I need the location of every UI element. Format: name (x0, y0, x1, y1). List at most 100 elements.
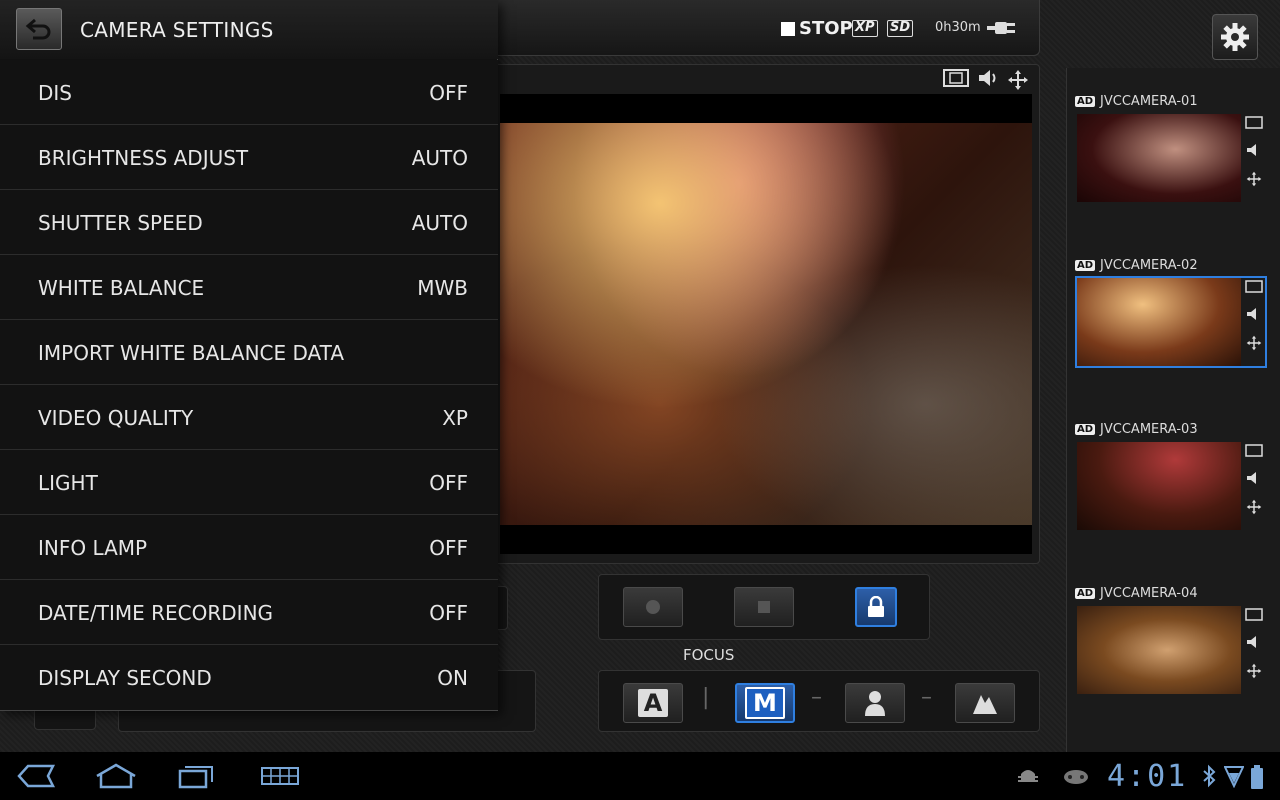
nav-menu-button[interactable] (258, 760, 302, 792)
live-video-preview[interactable] (500, 94, 1032, 554)
setting-label: DATE/TIME RECORDING (38, 601, 274, 625)
stop-button[interactable] (734, 587, 794, 627)
setting-value: AUTO (411, 211, 468, 235)
stop-indicator: STOP (781, 18, 853, 39)
record-controls (598, 574, 930, 640)
camera-image (1077, 278, 1241, 366)
separator: | (702, 685, 710, 710)
camera-icon-column (1245, 444, 1263, 515)
media-badge: SD (887, 20, 914, 37)
setting-label: IMPORT WHITE BALANCE DATA (38, 341, 345, 365)
home-icon (96, 763, 136, 789)
film-icon (1245, 280, 1263, 293)
setting-info-lamp[interactable]: INFO LAMP OFF (0, 515, 498, 580)
setting-label: BRIGHTNESS ADJUST (38, 146, 249, 170)
film-icon[interactable] (943, 69, 969, 87)
stop-icon (758, 601, 770, 613)
setting-label: SHUTTER SPEED (38, 211, 203, 235)
setting-date-time-recording[interactable]: DATE/TIME RECORDING OFF (0, 580, 498, 645)
setting-value: OFF (429, 536, 468, 560)
setting-value: OFF (429, 601, 468, 625)
setting-label: VIDEO QUALITY (38, 406, 194, 430)
setting-white-balance[interactable]: WHITE BALANCE MWB (0, 255, 498, 320)
setting-dis[interactable]: DIS OFF (0, 60, 498, 125)
camera-settings-dialog: CAMERA SETTINGS DIS OFF BRIGHTNESS ADJUS… (0, 0, 498, 711)
setting-shutter-speed[interactable]: SHUTTER SPEED AUTO (0, 190, 498, 255)
setting-brightness-adjust[interactable]: BRIGHTNESS ADJUST AUTO (0, 125, 498, 190)
move-icon (1246, 663, 1262, 679)
setting-value: AUTO (411, 146, 468, 170)
recent-apps-icon (178, 766, 213, 789)
move-icon (1246, 335, 1262, 351)
wifi-signal-icon (1224, 766, 1244, 788)
setting-label: LIGHT (38, 471, 98, 495)
setting-value: OFF (429, 81, 468, 105)
bluetooth-icon (1203, 764, 1216, 788)
back-button[interactable] (16, 8, 62, 50)
focus-controls: A | M – – (598, 670, 1040, 732)
focus-landscape-button[interactable] (955, 683, 1015, 723)
settings-button[interactable] (1212, 14, 1258, 60)
camera-icon-column (1245, 608, 1263, 679)
mountain-icon (973, 695, 997, 714)
setting-value: MWB (417, 276, 468, 300)
setting-light[interactable]: LIGHT OFF (0, 450, 498, 515)
film-icon (1245, 116, 1263, 129)
camera-image (1077, 442, 1241, 530)
camera-thumbnail[interactable] (1075, 112, 1267, 204)
focus-manual-button[interactable]: M (735, 683, 795, 723)
focus-label: FOCUS (683, 646, 735, 664)
speaker-icon[interactable] (977, 69, 999, 87)
setting-label: DISPLAY SECOND (38, 666, 212, 690)
setting-value: ON (437, 666, 468, 690)
camera-thumbnail[interactable] (1075, 604, 1267, 696)
separator: – (811, 685, 822, 710)
camera-list: AD JVCCAMERA-01 AD JVCCAMERA-02 AD JVCCA… (1066, 68, 1280, 752)
setting-label: WHITE BALANCE (38, 276, 205, 300)
camera-image (1077, 114, 1241, 202)
gamepad-icon[interactable] (1062, 764, 1090, 788)
camera-badge: AD (1075, 260, 1096, 271)
camera-name: JVCCAMERA-02 (1100, 258, 1198, 273)
nav-back-button[interactable] (14, 760, 58, 792)
camera-image (1077, 606, 1241, 694)
nav-recents-button[interactable] (174, 760, 218, 792)
camera-icon-column (1245, 116, 1263, 187)
focus-portrait-button[interactable] (845, 683, 905, 723)
camera-name: JVCCAMERA-01 (1100, 94, 1198, 109)
camera-label: AD JVCCAMERA-03 (1075, 422, 1198, 437)
setting-value: XP (442, 406, 468, 430)
stop-square-icon (781, 21, 795, 36)
battery-icon (1251, 765, 1263, 789)
android-debug-icon[interactable] (1016, 764, 1040, 788)
setting-label: DIS (38, 81, 72, 105)
film-icon (1245, 444, 1263, 457)
lock-button[interactable] (855, 587, 897, 627)
camera-label: AD JVCCAMERA-02 (1075, 258, 1198, 273)
setting-display-second[interactable]: DISPLAY SECOND ON (0, 645, 498, 710)
record-button[interactable] (623, 587, 683, 627)
dialog-title: CAMERA SETTINGS (80, 18, 274, 42)
separator: – (921, 685, 932, 710)
quality-badge: XP (852, 20, 878, 37)
camera-thumbnail-selected[interactable] (1075, 276, 1267, 368)
move-icon (1246, 171, 1262, 187)
focus-auto-button[interactable]: A (623, 683, 683, 723)
nav-home-button[interactable] (94, 760, 138, 792)
speaker-icon (1247, 308, 1256, 320)
speaker-icon (1247, 144, 1256, 156)
camera-icon-column (1245, 280, 1263, 351)
camera-thumbnail[interactable] (1075, 440, 1267, 532)
camera-label: AD JVCCAMERA-01 (1075, 94, 1198, 109)
remaining-time: 0h30m (935, 20, 981, 35)
move-icon[interactable] (1007, 69, 1029, 91)
grid-menu-icon (261, 767, 299, 785)
speaker-icon (1247, 472, 1256, 484)
back-arrow-icon (25, 18, 51, 40)
setting-video-quality[interactable]: VIDEO QUALITY XP (0, 385, 498, 450)
system-clock[interactable]: 4:01 (1107, 759, 1187, 794)
film-icon (1245, 608, 1263, 621)
stop-label: STOP (799, 18, 853, 39)
setting-import-white-balance-data[interactable]: IMPORT WHITE BALANCE DATA (0, 320, 498, 385)
setting-label: INFO LAMP (38, 536, 148, 560)
